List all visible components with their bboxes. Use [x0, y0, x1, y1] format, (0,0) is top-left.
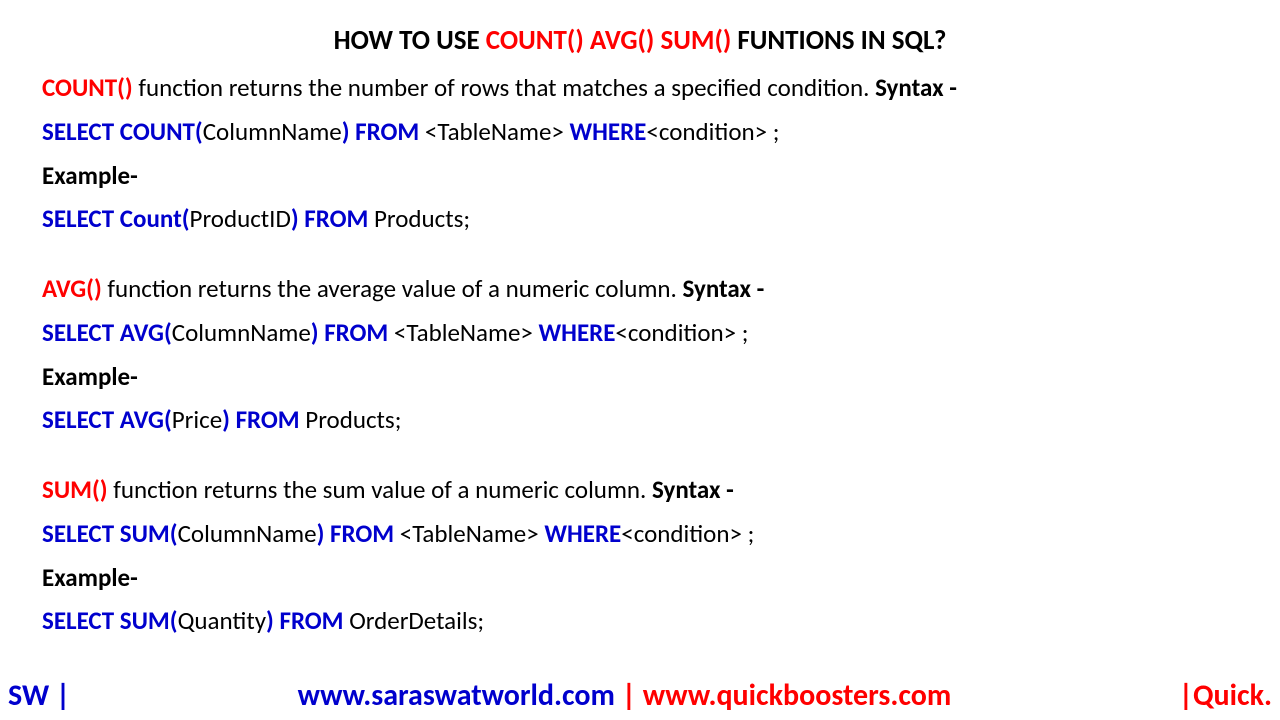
section-gap: [42, 447, 1238, 473]
sum-syntax-where: WHERE: [544, 518, 621, 549]
avg-syntax: SELECT AVG(ColumnName) FROM <TableName> …: [42, 316, 1238, 350]
count-ex-col: ProductID: [190, 203, 291, 234]
sum-syntax-select: SELECT SUM(: [42, 518, 178, 549]
count-syntax-where: WHERE: [569, 116, 646, 147]
count-example-label: Example-: [42, 159, 1238, 193]
sum-ex-col: Quantity: [178, 605, 266, 636]
count-desc-text: function returns the number of rows that…: [133, 72, 875, 103]
footer-url2: www.quickboosters.com: [643, 677, 952, 714]
footer-url1: www.saraswatworld.com: [298, 677, 615, 714]
count-ex-table: Products;: [374, 203, 470, 234]
document-body: HOW TO USE COUNT() AVG() SUM() FUNTIONS …: [0, 0, 1280, 638]
avg-syntax-label: Syntax -: [683, 273, 765, 304]
sum-example-label: Example-: [42, 561, 1238, 595]
avg-description: AVG() function returns the average value…: [42, 272, 1238, 306]
avg-ex-table: Products;: [305, 404, 401, 435]
avg-name: AVG(): [42, 273, 102, 304]
avg-syntax-closefrom: ) FROM: [311, 317, 394, 348]
avg-example: SELECT AVG(Price) FROM Products;: [42, 403, 1238, 437]
footer-right: |Quick.: [1179, 677, 1272, 714]
count-description: COUNT() function returns the number of r…: [42, 71, 1238, 105]
title-post: FUNTIONS IN SQL?: [731, 24, 946, 57]
sum-ex-select: SELECT SUM(: [42, 605, 178, 636]
count-name: COUNT(): [42, 72, 133, 103]
sum-syntax-col: ColumnName: [178, 518, 317, 549]
footer: SW | www.saraswatworld.com | www.quickbo…: [0, 677, 1280, 714]
sum-syntax: SELECT SUM(ColumnName) FROM <TableName> …: [42, 517, 1238, 551]
avg-ex-col: Price: [172, 404, 222, 435]
avg-ex-closefrom: ) FROM: [222, 404, 305, 435]
avg-example-label: Example-: [42, 360, 1238, 394]
count-syntax-closefrom: ) FROM: [342, 116, 425, 147]
sum-syntax-closefrom: ) FROM: [317, 518, 400, 549]
count-ex-select: SELECT Count(: [42, 203, 190, 234]
avg-syntax-select: SELECT AVG(: [42, 317, 172, 348]
avg-syntax-where: WHERE: [539, 317, 616, 348]
sum-syntax-cond: <condition> ;: [621, 518, 754, 549]
sum-desc-text: function returns the sum value of a nume…: [108, 474, 652, 505]
avg-syntax-table: <TableName>: [394, 317, 539, 348]
avg-syntax-col: ColumnName: [172, 317, 311, 348]
footer-center: www.saraswatworld.com | www.quickbooster…: [70, 677, 1179, 714]
sum-ex-closefrom: ) FROM: [266, 605, 349, 636]
section-gap: [42, 246, 1238, 272]
sum-ex-table: OrderDetails;: [349, 605, 484, 636]
sum-name: SUM(): [42, 474, 108, 505]
sum-syntax-table: <TableName>: [400, 518, 545, 549]
title-functions: COUNT() AVG() SUM(): [486, 24, 731, 57]
sum-example: SELECT SUM(Quantity) FROM OrderDetails;: [42, 604, 1238, 638]
count-ex-closefrom: ) FROM: [291, 203, 374, 234]
avg-ex-select: SELECT AVG(: [42, 404, 172, 435]
count-syntax-col: ColumnName: [203, 116, 342, 147]
count-syntax-label: Syntax -: [875, 72, 957, 103]
count-syntax-cond: <condition> ;: [646, 116, 779, 147]
footer-left: SW |: [8, 677, 70, 714]
sum-syntax-label: Syntax -: [652, 474, 734, 505]
count-syntax-select: SELECT COUNT(: [42, 116, 203, 147]
avg-syntax-cond: <condition> ;: [615, 317, 748, 348]
count-example: SELECT Count(ProductID) FROM Products;: [42, 202, 1238, 236]
footer-sep: |: [615, 677, 643, 714]
avg-desc-text: function returns the average value of a …: [102, 273, 683, 304]
count-syntax: SELECT COUNT(ColumnName) FROM <TableName…: [42, 115, 1238, 149]
count-syntax-table: <TableName>: [425, 116, 570, 147]
sum-description: SUM() function returns the sum value of …: [42, 473, 1238, 507]
page-title: HOW TO USE COUNT() AVG() SUM() FUNTIONS …: [42, 24, 1238, 57]
title-pre: HOW TO USE: [334, 24, 486, 57]
